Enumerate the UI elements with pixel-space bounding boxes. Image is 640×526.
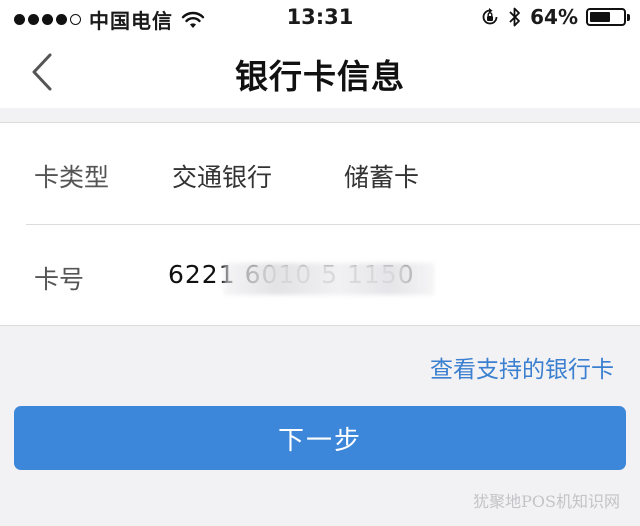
bluetooth-icon	[509, 7, 521, 27]
card-number-row: 卡号 6221 6010 5 1150	[0, 225, 640, 326]
card-bank-name: 交通银行	[172, 163, 273, 192]
card-info-panel: 卡类型 交通银行 储蓄卡 卡号 6221 6010 5 1150	[0, 122, 640, 326]
battery-icon	[586, 8, 630, 26]
card-number-blur-mask	[224, 263, 434, 295]
watermark: 犹聚地POS机知识网	[473, 492, 620, 511]
battery-percent: 64%	[530, 5, 578, 29]
next-step-button[interactable]: 下一步	[14, 406, 626, 470]
card-type-row: 卡类型 交通银行 储蓄卡	[0, 123, 640, 224]
card-type-label: 卡类型	[34, 163, 110, 192]
status-right: 64%	[480, 5, 630, 29]
status-bar: 中国电信 13:31 64%	[0, 0, 640, 36]
nav-bar: 银行卡信息	[0, 36, 640, 108]
battery-fill	[590, 12, 611, 22]
page-title: 银行卡信息	[235, 57, 405, 96]
supported-banks-link[interactable]: 查看支持的银行卡	[430, 350, 614, 384]
orientation-lock-icon	[482, 8, 498, 25]
card-number-label: 卡号	[34, 265, 85, 294]
card-kind: 储蓄卡	[344, 163, 420, 192]
